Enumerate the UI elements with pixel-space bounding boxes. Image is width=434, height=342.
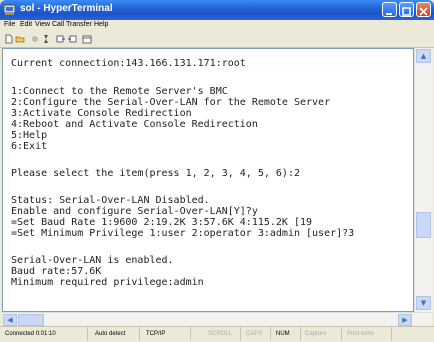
close-icon [419,7,428,16]
terminal-line: 1:Connect to the Remote Server's BMC [11,86,228,97]
properties-icon[interactable] [82,34,92,44]
scroll-right-button[interactable]: ▶ [398,314,412,326]
menu-view[interactable]: View [35,21,50,28]
status-caps: CAPS [243,327,271,341]
status-num: NUM [273,327,301,341]
menu-call[interactable]: Call [52,21,64,28]
terminal-line: =Set Minimum Privilege 1:user 2:operator… [11,228,355,239]
window-title: sol - HyperTerminal [20,3,113,14]
terminal-line: 4:Reboot and Activate Console Redirectio… [11,119,258,130]
terminal-line: Current connection:143.166.131.171:root [11,58,246,69]
menu-help[interactable]: Help [94,21,108,28]
status-scroll: SCROLL [205,327,241,341]
app-icon [4,4,16,15]
status-capture: Capture [302,327,342,341]
vertical-scroll-thumb[interactable] [416,212,431,238]
maximize-icon [402,7,411,16]
scroll-down-button[interactable]: ▼ [416,296,431,310]
receive-icon[interactable] [67,34,77,44]
terminal-line: Minimum required privilege:admin [11,277,204,288]
chevron-down-icon: ▼ [420,299,427,307]
terminal-line: Serial-Over-LAN is enabled. [11,255,174,266]
send-icon[interactable] [56,34,66,44]
chevron-right-icon: ▶ [402,316,408,324]
scroll-up-button[interactable]: ▲ [416,49,431,63]
hyperterminal-window: sol - HyperTerminal File Edit View Call … [0,0,434,342]
status-connected: Connected 0:01:10 [2,327,88,341]
disconnect-icon[interactable] [30,34,40,44]
terminal-line: Status: Serial-Over-LAN Disabled. [11,195,210,206]
menu-bar: File Edit View Call Transfer Help [0,20,434,32]
open-icon[interactable] [15,34,25,44]
terminal-line: =Set Baud Rate 1:9600 2:19.2K 3:57.6K 4:… [11,217,313,228]
maximize-button[interactable] [399,2,414,17]
horizontal-scroll-thumb[interactable] [18,314,44,326]
terminal-line: Please select the item(press 1, 2, 3, 4,… [11,168,300,179]
terminal-line: 5:Help [11,130,48,141]
status-print-echo: Print echo [344,327,392,341]
menu-transfer[interactable]: Transfer [66,21,92,28]
menu-edit[interactable]: Edit [20,21,32,28]
horizontal-scrollbar[interactable]: ◀ ▶ [2,312,432,327]
terminal-line: 6:Exit [11,141,48,152]
menu-file[interactable]: File [4,21,15,28]
toolbar [0,32,434,48]
dial-icon[interactable] [41,34,51,44]
status-protocol: TCP/IP [143,327,191,341]
scroll-left-button[interactable]: ◀ [3,314,17,326]
terminal-line: 2:Configure the Serial-Over-LAN for the … [11,97,331,108]
status-bar: Connected 0:01:10 Auto detect TCP/IP SCR… [0,326,434,342]
terminal-line: 3:Activate Console Redirection [11,108,192,119]
new-connection-icon[interactable] [4,34,14,44]
vertical-scrollbar[interactable]: ▲ ▼ [414,48,433,312]
terminal-line: Baud rate:57.6K [11,266,102,277]
chevron-up-icon: ▲ [420,52,427,60]
chevron-left-icon: ◀ [7,316,13,324]
status-detect: Auto detect [92,327,140,341]
minimize-button[interactable] [382,2,397,17]
title-bar[interactable]: sol - HyperTerminal [0,0,434,20]
minimize-icon [386,13,392,15]
terminal-line: Enable and configure Serial-Over-LAN[Y]?… [11,206,258,217]
terminal-screen[interactable]: Current connection:143.166.131.171:root … [2,48,414,312]
close-button[interactable] [416,2,431,17]
